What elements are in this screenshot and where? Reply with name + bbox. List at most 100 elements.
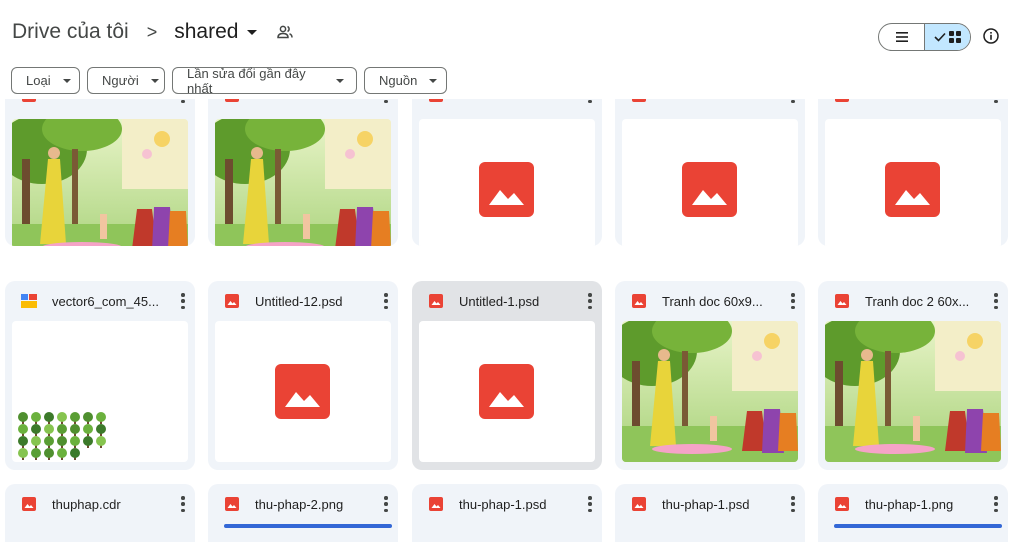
file-card[interactable]: Tranh doc 60x9... (615, 281, 805, 470)
image-file-icon (22, 99, 36, 102)
file-type-icon (224, 497, 240, 511)
file-card[interactable]: Tranh doc 2 60x... (818, 281, 1008, 470)
file-type-icon (21, 99, 37, 102)
filter-label: Nguồn (379, 73, 418, 88)
image-file-icon (429, 294, 443, 308)
file-thumbnail[interactable] (419, 321, 595, 462)
more-options-icon[interactable] (384, 99, 388, 103)
file-type-icon (428, 294, 444, 308)
file-thumbnail[interactable] (622, 321, 798, 462)
painting-thumbnail (622, 321, 798, 462)
file-thumbnail[interactable] (215, 119, 391, 246)
file-card[interactable]: thu-phap-1.png (818, 484, 1008, 542)
people-icon[interactable] (277, 23, 295, 41)
file-card[interactable]: Untitled-1.psd (412, 281, 602, 470)
file-card[interactable]: vector6_com_45... (5, 281, 195, 470)
file-card-header (818, 99, 1008, 115)
more-options-icon[interactable] (181, 293, 185, 309)
file-name: thu-phap-1.psd (459, 496, 547, 512)
more-options-icon[interactable] (994, 99, 998, 103)
breadcrumb-root[interactable]: Drive của tôi (12, 20, 129, 44)
filter-label: Người (102, 73, 139, 88)
more-options-icon[interactable] (791, 293, 795, 309)
file-thumbnail[interactable] (12, 321, 188, 462)
file-card-header: thu-phap-1.psd (412, 484, 602, 524)
image-file-icon (225, 99, 239, 102)
filter-people-chip[interactable]: Người (87, 67, 165, 94)
more-options-icon[interactable] (181, 99, 185, 103)
chevron-down-icon (62, 78, 71, 83)
filter-bar: Loại Người Lần sửa đổi gần đây nhất Nguồ… (11, 65, 447, 96)
image-file-icon (429, 497, 443, 511)
file-thumbnail[interactable] (825, 321, 1001, 462)
file-type-icon (224, 99, 240, 102)
more-options-icon[interactable] (384, 293, 388, 309)
painting-thumbnail (825, 321, 1001, 462)
grid-icon (949, 31, 961, 43)
trees-thumbnail (18, 412, 106, 460)
file-card-header (208, 99, 398, 115)
file-name: thu-phap-2.png (255, 496, 344, 512)
grid-view-button[interactable] (924, 24, 970, 50)
file-card[interactable]: thu-phap-1.psd (615, 484, 805, 542)
file-thumbnail[interactable] (419, 119, 595, 246)
file-card[interactable] (5, 99, 195, 246)
filter-modified-chip[interactable]: Lần sửa đổi gần đây nhất (172, 65, 357, 96)
image-placeholder-icon (885, 162, 940, 217)
more-options-icon[interactable] (588, 496, 592, 512)
painting-thumbnail (12, 119, 188, 246)
file-card-header: Untitled-12.psd (208, 281, 398, 321)
file-thumbnail[interactable] (215, 321, 391, 462)
breadcrumb-current-folder[interactable]: shared (174, 20, 258, 44)
file-name: thuphap.cdr (52, 496, 121, 512)
more-options-icon[interactable] (994, 293, 998, 309)
file-card-header: thu-phap-2.png (208, 484, 398, 524)
file-type-icon (428, 497, 444, 511)
more-options-icon[interactable] (181, 496, 185, 512)
file-thumbnail[interactable] (825, 119, 1001, 246)
chevron-down-icon (429, 78, 438, 83)
file-type-icon (21, 497, 37, 511)
file-card[interactable]: Untitled-12.psd (208, 281, 398, 470)
more-options-icon[interactable] (588, 99, 592, 103)
more-options-icon[interactable] (384, 496, 388, 512)
file-card-header: thu-phap-1.psd (615, 484, 805, 524)
file-type-icon (631, 99, 647, 102)
chevron-down-icon (150, 78, 159, 83)
filter-label: Lần sửa đổi gần đây nhất (187, 65, 306, 96)
image-file-icon (835, 99, 849, 102)
file-type-icon (834, 497, 850, 511)
file-type-icon (631, 294, 647, 308)
image-file-icon (225, 497, 239, 511)
file-card[interactable]: thu-phap-1.psd (412, 484, 602, 542)
breadcrumb-separator-icon: > (146, 21, 158, 42)
file-card[interactable] (208, 99, 398, 246)
filter-type-chip[interactable]: Loại (11, 67, 80, 94)
more-options-icon[interactable] (791, 99, 795, 103)
image-placeholder-icon (479, 364, 534, 419)
image-file-icon (632, 294, 646, 308)
file-type-icon (224, 294, 240, 308)
file-card-header: thu-phap-1.png (818, 484, 1008, 524)
more-options-icon[interactable] (791, 496, 795, 512)
info-icon[interactable] (982, 27, 1000, 45)
filter-source-chip[interactable]: Nguồn (364, 67, 447, 94)
file-card[interactable] (615, 99, 805, 246)
file-card[interactable]: thuphap.cdr (5, 484, 195, 542)
file-card[interactable]: thu-phap-2.png (208, 484, 398, 542)
list-view-button[interactable] (879, 24, 924, 50)
file-name: Tranh doc 2 60x... (865, 293, 970, 309)
file-card[interactable] (412, 99, 602, 246)
image-file-icon (429, 99, 443, 102)
file-thumbnail[interactable] (12, 119, 188, 246)
header: Drive của tôi > shared (0, 0, 1024, 64)
file-card-header: vector6_com_45... (5, 281, 195, 321)
chevron-down-icon (336, 78, 344, 83)
file-type-icon (631, 497, 647, 511)
more-options-icon[interactable] (994, 496, 998, 512)
more-options-icon[interactable] (588, 293, 592, 309)
file-thumbnail[interactable] (622, 119, 798, 246)
file-grid: vector6_com_45... Untitled-12.psd Untitled… (0, 99, 1024, 542)
image-file-icon (835, 294, 849, 308)
file-card[interactable] (818, 99, 1008, 246)
